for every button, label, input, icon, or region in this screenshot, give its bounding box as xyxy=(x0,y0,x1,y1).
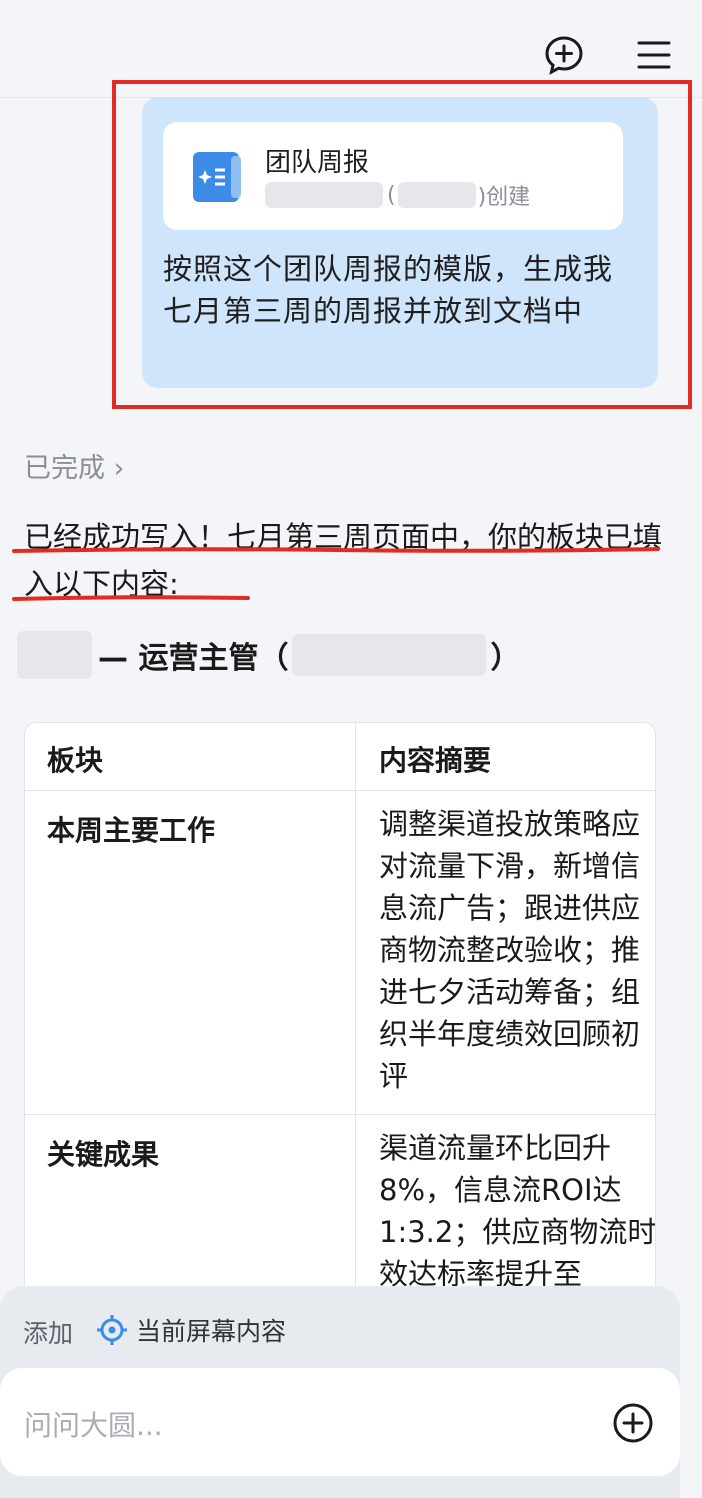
screen-chip-label: 当前屏幕内容 xyxy=(136,1317,287,1346)
add-label: 添加 xyxy=(23,1319,74,1348)
target-icon xyxy=(97,1315,127,1345)
table-header: 内容摘要 xyxy=(379,744,492,777)
table-row-text: 调整渠道投放策略应对流量下滑，新增信息流广告；跟进供应商物流整改验收；推进七夕活… xyxy=(379,807,641,1093)
add-attachment-button[interactable] xyxy=(612,1402,654,1444)
highlight-box xyxy=(112,80,692,409)
red-underline xyxy=(12,595,250,601)
table-divider xyxy=(25,1114,655,1115)
person-role: — 运营主管（ xyxy=(98,641,289,676)
menu-icon[interactable] xyxy=(633,34,675,76)
paren-close: ） xyxy=(490,641,521,676)
status-completed[interactable]: 已完成 › xyxy=(24,446,124,485)
plus-circle-icon xyxy=(613,1403,653,1443)
new-chat-icon[interactable] xyxy=(543,34,585,76)
table-divider xyxy=(355,723,356,1321)
table-row-text: 渠道流量环比回升8%，信息流ROI达1:3.2；供应商物流时效达标率提升至 xyxy=(379,1131,656,1291)
table-row-label: 本周主要工作 xyxy=(47,814,216,847)
person-heading: — 运营主管（ ） xyxy=(17,630,697,680)
table-row-label: 关键成果 xyxy=(47,1138,160,1171)
screen-content-chip[interactable]: 当前屏幕内容 xyxy=(96,1310,286,1350)
table-divider xyxy=(25,790,655,791)
blurred-name xyxy=(17,631,92,679)
red-underline xyxy=(12,547,660,553)
summary-table: 板块 内容摘要 本周主要工作 调整渠道投放策略应对流量下滑，新增信息流广告；跟进… xyxy=(24,722,656,1322)
blurred-info xyxy=(292,634,487,676)
message-input[interactable]: 问问大圆... xyxy=(0,1368,680,1476)
table-header: 板块 xyxy=(47,744,104,777)
input-placeholder: 问问大圆... xyxy=(24,1409,163,1442)
